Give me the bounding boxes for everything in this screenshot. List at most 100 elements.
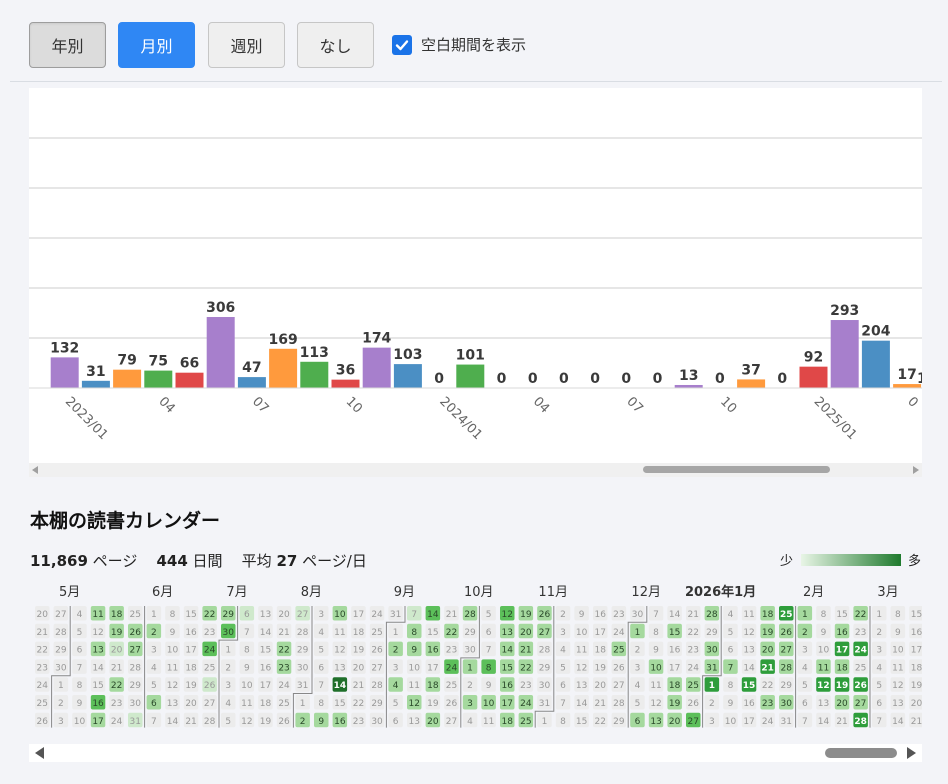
calendar-day-number: 15 [836,610,847,620]
yearly-button[interactable]: 年別 [29,22,106,68]
calendar-scrollbar[interactable] [29,744,922,762]
calendar-day-number: 4 [393,681,399,691]
legend-high-label: 多 [908,554,922,569]
intensity-legend: 少 多 [780,550,921,569]
calendar-day-number: 11 [483,717,494,727]
calendar-day-number: 29 [223,610,235,620]
calendar-day-number: 5 [635,699,641,709]
calendar-day-number: 12 [409,699,420,709]
show-blank-toggle[interactable]: 空白期間を表示 [392,34,526,55]
calendar-grid-svg: 2021222324252627282930123456789101112131… [35,584,922,728]
calendar-day-number: 28 [613,699,625,709]
calendar-day-number: 9 [244,663,250,673]
bar-value-label: 306 [206,300,235,316]
calendar-day-number: 22 [855,610,866,620]
calendar-day-number: 4 [560,646,566,656]
toolbar-divider [10,81,942,82]
average-prefix: 平均 [241,552,272,570]
calendar-day-number: 25 [613,646,624,656]
calendar-day-number: 4 [467,717,473,727]
calendar-day-number: 25 [688,681,699,691]
calendar-day-number: 26 [37,717,49,727]
calendar-title: 本棚の読書カレンダー [30,510,221,532]
chart-scroll-thumb[interactable] [643,466,830,473]
calendar-day-number: 13 [650,717,661,727]
calendar-day-number: 28 [706,610,718,620]
calendar-day-number: 9 [170,628,176,638]
calendar-day-number: 4 [635,681,641,691]
calendar-day-number: 18 [911,663,922,673]
calendar-day-number: 25 [37,699,48,709]
weekly-button[interactable]: 週別 [208,22,285,68]
calendar-day-number: 11 [241,699,252,709]
chart-scrollbar[interactable] [29,463,922,477]
calendar-day-number: 23 [613,610,624,620]
bar-value-label: 101 [456,348,485,364]
show-blank-checkbox[interactable] [392,34,412,55]
bar-2023/04 [144,370,173,388]
calendar-day-number: 21 [761,663,774,673]
month-label: 8月 [301,585,322,600]
calendar-day-number: 13 [818,699,829,709]
none-button[interactable]: なし [297,22,374,68]
calendar-day-number: 24 [37,681,49,691]
calendar-day-number: 6 [802,699,808,709]
calendar-day-number: 10 [241,681,253,691]
calendar-day-number: 2 [225,663,231,673]
calendar-day-number: 5 [486,610,492,620]
calendar-day-number: 3 [151,646,157,656]
calendar-day-number: 24 [688,663,700,673]
average-unit: ページ/日 [302,552,367,570]
calendar-day-number: 14 [892,717,904,727]
calendar-day-number: 3 [876,646,882,656]
month-label: 7月 [226,585,247,600]
calendar-scroll-right-icon[interactable] [907,747,916,759]
total-pages-value: 11,869 [30,552,88,570]
calendar-day-number: 8 [77,681,83,691]
calendar-day-number: 3 [58,717,64,727]
calendar-day-number: 19 [595,663,607,673]
calendar-scroll-thumb[interactable] [825,748,897,758]
calendar-day-number: 1 [635,628,641,638]
calendar-day-number: 1 [393,628,399,638]
calendar-day-number: 22 [762,681,773,691]
calendar-day-number: 19 [353,646,365,656]
calendar-day-number: 7 [411,610,417,620]
calendar-day-number: 22 [278,646,289,656]
calendar-day-number: 28 [130,663,142,673]
calendar-day-number: 20 [911,699,922,709]
bar-2024/11 [737,379,766,388]
calendar-day-number: 30 [371,717,383,727]
calendar-day-number: 27 [613,681,624,691]
calendar-day-number: 26 [781,628,793,638]
scroll-left-icon[interactable] [32,466,38,474]
monthly-button[interactable]: 月別 [118,22,195,68]
calendar-day-number: 18 [185,663,197,673]
calendar-scroll-left-icon[interactable] [35,747,44,759]
calendar-day-number: 2 [300,717,306,727]
calendar-day-number: 1 [300,699,306,709]
calendar-day-number: 29 [706,628,718,638]
show-blank-label: 空白期間を表示 [421,36,527,54]
calendar-day-number: 5 [876,681,882,691]
calendar-day-number: 16 [427,646,439,656]
calendar-day-number: 26 [371,646,383,656]
calendar-day-number: 14 [818,717,830,727]
calendar-day-number: 20 [37,610,49,620]
bar-value-label: 75 [149,354,168,370]
month-label: 3月 [877,585,898,600]
calendar-day-number: 30 [781,699,793,709]
bar-2023/06 [206,317,235,388]
calendar-day-number: 21 [688,610,699,620]
calendar-day-number: 12 [334,646,345,656]
x-tick-label: 10 [343,394,365,416]
calendar-day-number: 9 [821,628,827,638]
calendar-day-number: 25 [278,699,289,709]
calendar-day-number: 14 [334,681,347,691]
calendar-day-number: 4 [225,699,231,709]
calendar-day-number: 14 [743,663,755,673]
calendar-day-number: 13 [260,610,271,620]
scroll-right-icon[interactable] [913,466,919,474]
calendar-day-number: 7 [77,663,83,673]
calendar-day-number: 8 [486,663,492,673]
